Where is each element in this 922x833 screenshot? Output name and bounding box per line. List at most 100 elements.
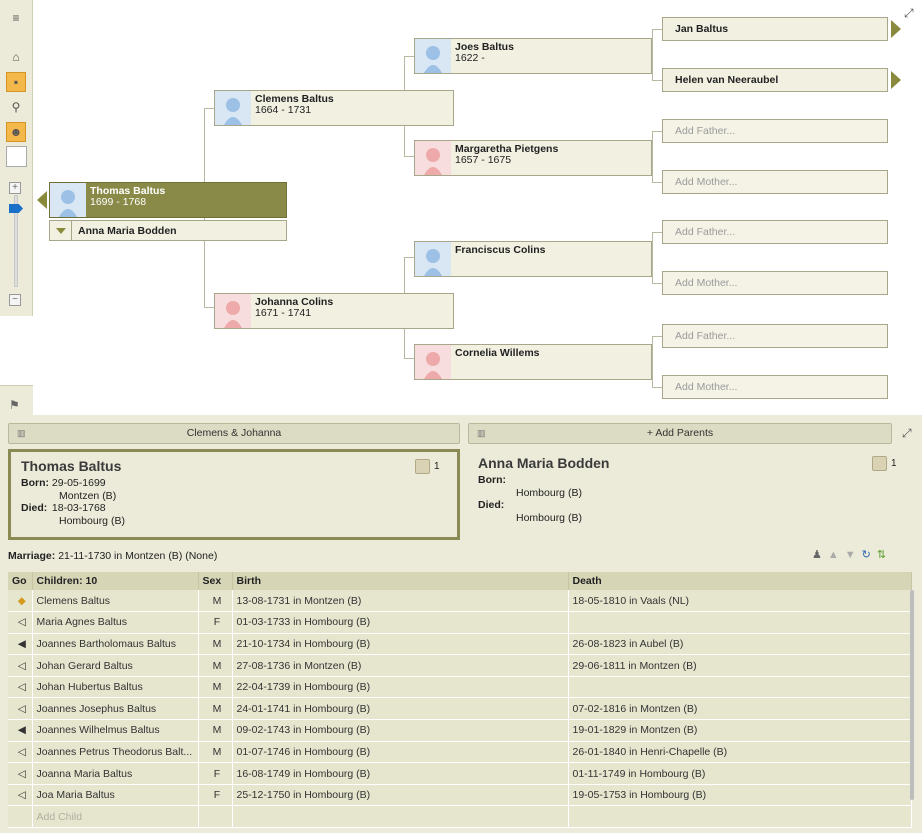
table-row[interactable]: ◁ Johan Gerard Baltus M 27-08-1736 in Montz…	[8, 654, 912, 677]
cell-name: Joannes Bartholomaus Baltus	[32, 633, 199, 656]
add-parents-button[interactable]: ▥ + Add Parents	[468, 423, 892, 444]
menu-icon[interactable]: ≡	[6, 8, 26, 28]
go-arrow-icon[interactable]: ◁	[8, 784, 33, 807]
family-icon[interactable]: ♟	[812, 549, 828, 561]
female-silhouette-icon	[215, 294, 251, 328]
table-row[interactable]: ◁ Joannes Petrus Theodorus Balt... M 01-07-…	[8, 741, 912, 764]
home-icon[interactable]: ⌂	[6, 47, 26, 67]
spouse-card[interactable]: Anna Maria Bodden Born: Hombourg (B) Die…	[468, 449, 920, 540]
maternal-grandmother-box[interactable]: Cornelia Willems	[414, 344, 652, 380]
spouse-media-badge[interactable]: 1	[872, 456, 897, 471]
go-arrow-icon[interactable]: ◁	[8, 654, 33, 677]
root-person-box[interactable]: Thomas Baltus 1699 - 1768	[49, 182, 287, 218]
birth-header[interactable]: Birth	[232, 572, 569, 590]
table-row[interactable]: ◁ Joannes Josephus Baltus M 24-01-1741 in H…	[8, 697, 912, 721]
table-row[interactable]: ◁ Maria Agnes Baltus F 01-03-1733 in Hombou…	[8, 611, 912, 634]
table-row[interactable]: ◁ Joa Maria Baltus F 25-12-1750 in Hombourg…	[8, 784, 912, 807]
tree-tab-strip: ⚑	[0, 385, 33, 415]
add-mother-box[interactable]: Add Mother...	[662, 271, 888, 295]
expand-tree-icon[interactable]: ⤢	[904, 6, 914, 21]
refresh-icon[interactable]: ↻	[862, 549, 877, 561]
move-down-icon[interactable]: ▼	[845, 549, 862, 561]
add-father-box[interactable]: Add Father...	[662, 324, 888, 348]
cell-sex: M	[198, 741, 233, 764]
cell-death: 18-05-1810 in Vaals (NL)	[568, 590, 912, 613]
sort-icon[interactable]: ⇅	[877, 549, 892, 561]
add-mother-box[interactable]: Add Mother...	[662, 375, 888, 399]
paternal-grandmother-dates: 1657 - 1675	[455, 154, 512, 166]
cell-death: 07-02-1816 in Montzen (B)	[568, 697, 912, 721]
expand-panel-icon[interactable]: ⤢	[902, 426, 912, 441]
go-arrow-icon[interactable]: ◁	[8, 762, 33, 785]
male-silhouette-icon	[215, 91, 251, 125]
navigate-ancestor-arrow[interactable]	[891, 71, 901, 89]
connector	[652, 182, 662, 183]
connector	[652, 131, 662, 132]
spouse-card-name: Anna Maria Bodden	[478, 455, 610, 471]
great-grandmother-box[interactable]: Helen van Neeraubel	[662, 68, 888, 92]
go-arrow-icon[interactable]: ◁	[8, 741, 33, 764]
table-row[interactable]: ◀ Joannes Wilhelmus Baltus M 09-02-1743 in …	[8, 719, 912, 742]
go-arrow-icon[interactable]: ◀	[8, 633, 33, 656]
add-child-label[interactable]: Add Child	[32, 805, 199, 829]
table-row[interactable]: ◁ Johan Hubertus Baltus M 22-04-1739 in Hom…	[8, 676, 912, 699]
maternal-grandfather-box[interactable]: Franciscus Colins	[414, 241, 652, 277]
female-silhouette-icon	[415, 345, 451, 379]
person-card[interactable]: Thomas Baltus Born: 29-05-1699 Montzen (…	[8, 449, 460, 540]
go-arrow-icon[interactable]: ◁	[8, 697, 33, 721]
person-media-badge[interactable]: 1	[415, 459, 440, 474]
cell-sex: M	[198, 697, 233, 721]
father-box[interactable]: Clemens Baltus 1664 - 1731	[214, 90, 454, 126]
marriage-line[interactable]: Marriage: 21-11-1730 in Montzen (B) (Non…	[8, 550, 217, 562]
navigate-children-arrow[interactable]	[37, 191, 47, 209]
go-header[interactable]: Go	[8, 572, 33, 590]
table-row[interactable]: ◀ Joannes Bartholomaus Baltus M 21-10-1734 …	[8, 633, 912, 656]
paternal-grandfather-box[interactable]: Joes Baltus 1622 -	[414, 38, 652, 74]
add-father-box[interactable]: Add Father...	[662, 119, 888, 143]
table-row[interactable]: ◁ Joanna Maria Baltus F 16-08-1749 in Hombo…	[8, 762, 912, 785]
cell-birth: 24-01-1741 in Hombourg (B)	[232, 697, 569, 721]
cell-birth: 09-02-1743 in Hombourg (B)	[232, 719, 569, 742]
mother-box[interactable]: Johanna Colins 1671 - 1741	[214, 293, 454, 329]
go-arrow-icon[interactable]: ◁	[8, 611, 33, 634]
great-grandfather-box[interactable]: Jan Baltus	[662, 17, 888, 41]
spouse-dropdown[interactable]	[50, 221, 72, 240]
spouse-box[interactable]: Anna Maria Bodden	[49, 220, 287, 241]
connector	[652, 232, 653, 283]
descendant-view-icon[interactable]: ⚲	[6, 97, 26, 117]
portrait-icon	[415, 459, 430, 474]
connector	[404, 56, 414, 57]
add-father-box[interactable]: Add Father...	[662, 220, 888, 244]
person-card-icon[interactable]: ☻	[6, 122, 26, 142]
table-scrollbar[interactable]	[910, 590, 914, 800]
table-row[interactable]: ◆ Clemens Baltus M 13-08-1731 in Montzen (B…	[8, 590, 912, 613]
portrait-icon	[872, 456, 887, 471]
pedigree-view-icon[interactable]: ▪	[6, 72, 26, 92]
connector	[204, 307, 214, 308]
tree-toolbar: ≡ ⌂ ▪ ⚲ ☻ + −	[0, 0, 33, 316]
sex-header[interactable]: Sex	[198, 572, 233, 590]
zoom-slider-thumb[interactable]	[9, 204, 23, 213]
children-header[interactable]: Children: 10	[32, 572, 199, 590]
cell-death: 26-01-1840 in Henri-Chapelle (B)	[568, 741, 912, 764]
cell-birth: 16-08-1749 in Hombourg (B)	[232, 762, 569, 785]
zoom-in-icon[interactable]: +	[9, 182, 21, 194]
family-icon[interactable]: ⚑	[9, 398, 20, 412]
death-header[interactable]: Death	[568, 572, 912, 590]
parents-button[interactable]: ▥ Clemens & Johanna	[8, 423, 460, 444]
cell-death: 01-11-1749 in Hombourg (B)	[568, 762, 912, 785]
cell-death: 19-01-1829 in Montzen (B)	[568, 719, 912, 742]
go-arrow-icon[interactable]: ◆	[8, 590, 33, 613]
blank-toggle[interactable]	[6, 146, 27, 167]
cell-name: Joanna Maria Baltus	[32, 762, 199, 785]
zoom-out-icon[interactable]: −	[9, 294, 21, 306]
paternal-grandmother-box[interactable]: Margaretha Pietgens 1657 - 1675	[414, 140, 652, 176]
add-mother-box[interactable]: Add Mother...	[662, 170, 888, 194]
cell-birth: 22-04-1739 in Hombourg (B)	[232, 676, 569, 699]
navigate-ancestor-arrow[interactable]	[891, 20, 901, 38]
add-child-row[interactable]: Add Child	[8, 805, 912, 829]
go-arrow-icon[interactable]: ◁	[8, 676, 33, 699]
move-up-icon[interactable]: ▲	[828, 549, 845, 561]
connector	[652, 80, 662, 81]
go-arrow-icon[interactable]: ◀	[8, 719, 33, 742]
